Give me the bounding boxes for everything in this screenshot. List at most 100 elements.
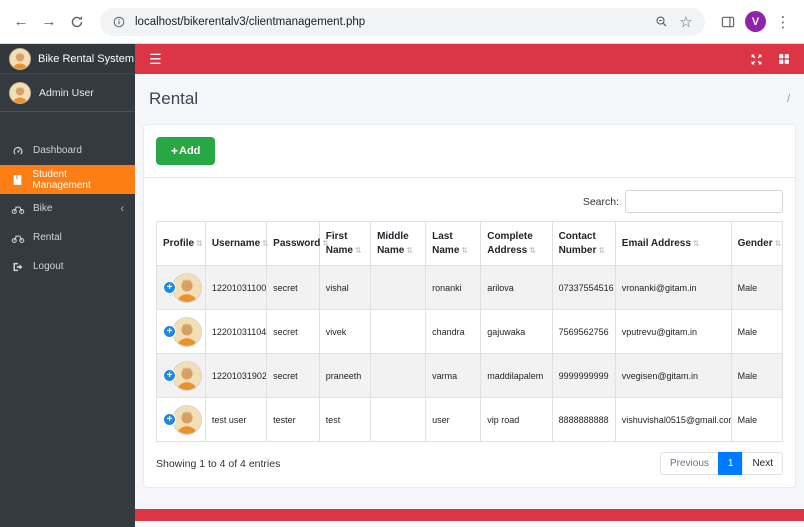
cell-first_name: praneeth xyxy=(318,353,372,398)
cell-first_name: test xyxy=(318,397,372,442)
page-number-button[interactable]: 1 xyxy=(717,452,744,475)
sidebar-item-logout[interactable]: Logout xyxy=(0,252,135,281)
table-footer: Showing 1 to 4 of 4 entries Previous 1 Nex… xyxy=(156,452,783,475)
profile-cell: + xyxy=(156,353,206,398)
profile-avatar[interactable] xyxy=(172,316,202,347)
browser-menu-icon[interactable]: ⋮ xyxy=(772,11,794,33)
table-row: + test user tester test user vip road 88888888… xyxy=(156,397,784,442)
table-row: +122010311004 secret vishal ronanki arilova 0… xyxy=(156,265,784,310)
sidebar-item-label: Bike xyxy=(33,203,53,214)
row-expand-icon[interactable]: + xyxy=(163,369,176,382)
column-header[interactable]: Username ⇅ xyxy=(204,221,269,266)
profile-cell: + xyxy=(156,265,206,310)
column-header[interactable]: Last Name ⇅ xyxy=(425,221,482,266)
cell-first_name: vishal xyxy=(318,265,372,310)
content: + Add Search: Profile ⇅ Username ⇅ Passw… xyxy=(135,124,804,509)
address-bar[interactable]: localhost/bikerentalv3/clientmanagement.… xyxy=(100,7,705,36)
add-button-label: Add xyxy=(179,145,201,157)
previous-page-button[interactable]: Previous xyxy=(659,452,719,475)
student-icon xyxy=(11,174,24,186)
sort-icon: ⇅ xyxy=(406,245,414,255)
brand[interactable]: Bike Rental System xyxy=(0,44,135,74)
back-icon[interactable]: ← xyxy=(10,11,32,33)
cell-username: 122010311004 xyxy=(204,265,268,310)
app-frame: Bike Rental System Admin User Dashboard S… xyxy=(0,44,804,527)
add-button[interactable]: + Add xyxy=(156,137,216,165)
cell-first_name: vivek xyxy=(318,309,372,354)
header-row: Profile ⇅ Username ⇅ Password ⇅ First Name ⇅ Mid… xyxy=(156,221,784,266)
column-header[interactable]: Complete Address ⇅ xyxy=(480,221,553,266)
cell-password: secret xyxy=(266,353,320,398)
brand-logo-avatar xyxy=(9,47,31,70)
url-text: localhost/bikerentalv3/clientmanagement.… xyxy=(135,15,366,28)
cell-last_name: ronanki xyxy=(425,265,482,310)
table-row: +122010319029 secret praneeth varma maddilap… xyxy=(156,353,784,398)
bike-icon xyxy=(11,203,25,215)
sidebar-item-rental[interactable]: Rental xyxy=(0,223,135,252)
sidebar-item-bike[interactable]: Bike ‹ xyxy=(0,194,135,223)
pagination: Previous 1 Next xyxy=(659,452,783,475)
search-input[interactable] xyxy=(625,190,783,213)
card-body: Search: Profile ⇅ Username ⇅ Password ⇅ First … xyxy=(144,178,795,487)
cell-password: secret xyxy=(266,309,320,354)
cell-last_name: user xyxy=(425,397,482,442)
row-expand-icon[interactable]: + xyxy=(163,413,176,426)
sidebar-nav: Dashboard Student Management Bike ‹ Rental Lo… xyxy=(0,136,135,281)
column-header[interactable]: Middle Name ⇅ xyxy=(370,221,427,266)
table-head: Profile ⇅ Username ⇅ Password ⇅ First Name ⇅ Mid… xyxy=(156,221,784,266)
footer-bar xyxy=(135,509,804,521)
row-expand-icon[interactable]: + xyxy=(163,281,176,294)
column-header[interactable]: Profile ⇅ xyxy=(156,221,206,266)
bookmark-star-icon[interactable]: ☆ xyxy=(677,13,695,31)
card: + Add Search: Profile ⇅ Username ⇅ Passw… xyxy=(143,124,796,488)
next-page-button[interactable]: Next xyxy=(742,452,783,475)
profile-avatar[interactable] xyxy=(172,404,202,435)
browser-profile-avatar[interactable]: V xyxy=(745,11,766,32)
sort-icon: ⇅ xyxy=(529,245,536,255)
sidebar-item-label: Student Management xyxy=(32,168,91,191)
topbar: ☰ xyxy=(135,44,804,74)
sidebar-user: Admin User xyxy=(0,74,135,112)
column-header[interactable]: Email Address ⇅ xyxy=(614,221,732,266)
sidebar-item-label: Logout xyxy=(33,261,64,272)
expand-icon[interactable] xyxy=(750,53,763,66)
sort-icon: ⇅ xyxy=(774,238,782,248)
hamburger-menu-icon[interactable]: ☰ xyxy=(149,51,162,68)
brand-title: Bike Rental System xyxy=(38,52,134,65)
sort-icon: ⇅ xyxy=(196,238,203,248)
cell-complete_address: maddilapalem xyxy=(480,353,553,398)
site-info-icon[interactable] xyxy=(110,13,128,31)
grid-icon[interactable] xyxy=(778,53,790,65)
main-area: ☰ Rental / + Add Search: Profile ⇅ Usern… xyxy=(135,44,804,527)
profile-avatar[interactable] xyxy=(172,272,202,303)
zoom-icon[interactable] xyxy=(652,13,670,31)
row-expand-icon[interactable]: + xyxy=(163,325,176,338)
footer-pad xyxy=(135,521,804,527)
sidebar-item-student-management[interactable]: Student Management xyxy=(0,165,135,194)
sort-icon: ⇅ xyxy=(354,245,362,255)
user-avatar xyxy=(9,81,31,104)
table-body: +122010311004 secret vishal ronanki arilova 0… xyxy=(156,265,784,442)
column-header[interactable]: First Name ⇅ xyxy=(318,221,372,266)
user-name: Admin User xyxy=(39,86,94,99)
column-header[interactable]: Password ⇅ xyxy=(266,221,329,266)
side-panel-icon[interactable] xyxy=(717,11,739,33)
sidebar-item-label: Dashboard xyxy=(33,145,82,156)
sort-icon: ⇅ xyxy=(461,245,469,255)
cell-contact_number: 8888888888 xyxy=(551,397,616,442)
sort-icon: ⇅ xyxy=(692,238,700,248)
cell-gender: Male xyxy=(730,265,784,310)
cell-email: vputrevu@gitam.in xyxy=(614,309,732,354)
column-header[interactable]: Contact Number ⇅ xyxy=(551,221,616,266)
profile-avatar[interactable] xyxy=(172,360,202,391)
reload-icon[interactable] xyxy=(66,11,88,33)
cell-username: test user xyxy=(204,397,268,442)
forward-icon[interactable]: → xyxy=(38,11,60,33)
profile-cell: + xyxy=(156,309,206,354)
sidebar-item-label: Rental xyxy=(33,232,62,243)
column-header[interactable]: Gender ⇅ xyxy=(730,221,784,266)
sort-icon: ⇅ xyxy=(598,245,606,255)
cell-middle_name xyxy=(370,309,427,354)
cell-middle_name xyxy=(370,397,427,442)
sidebar-item-dashboard[interactable]: Dashboard xyxy=(0,136,135,165)
